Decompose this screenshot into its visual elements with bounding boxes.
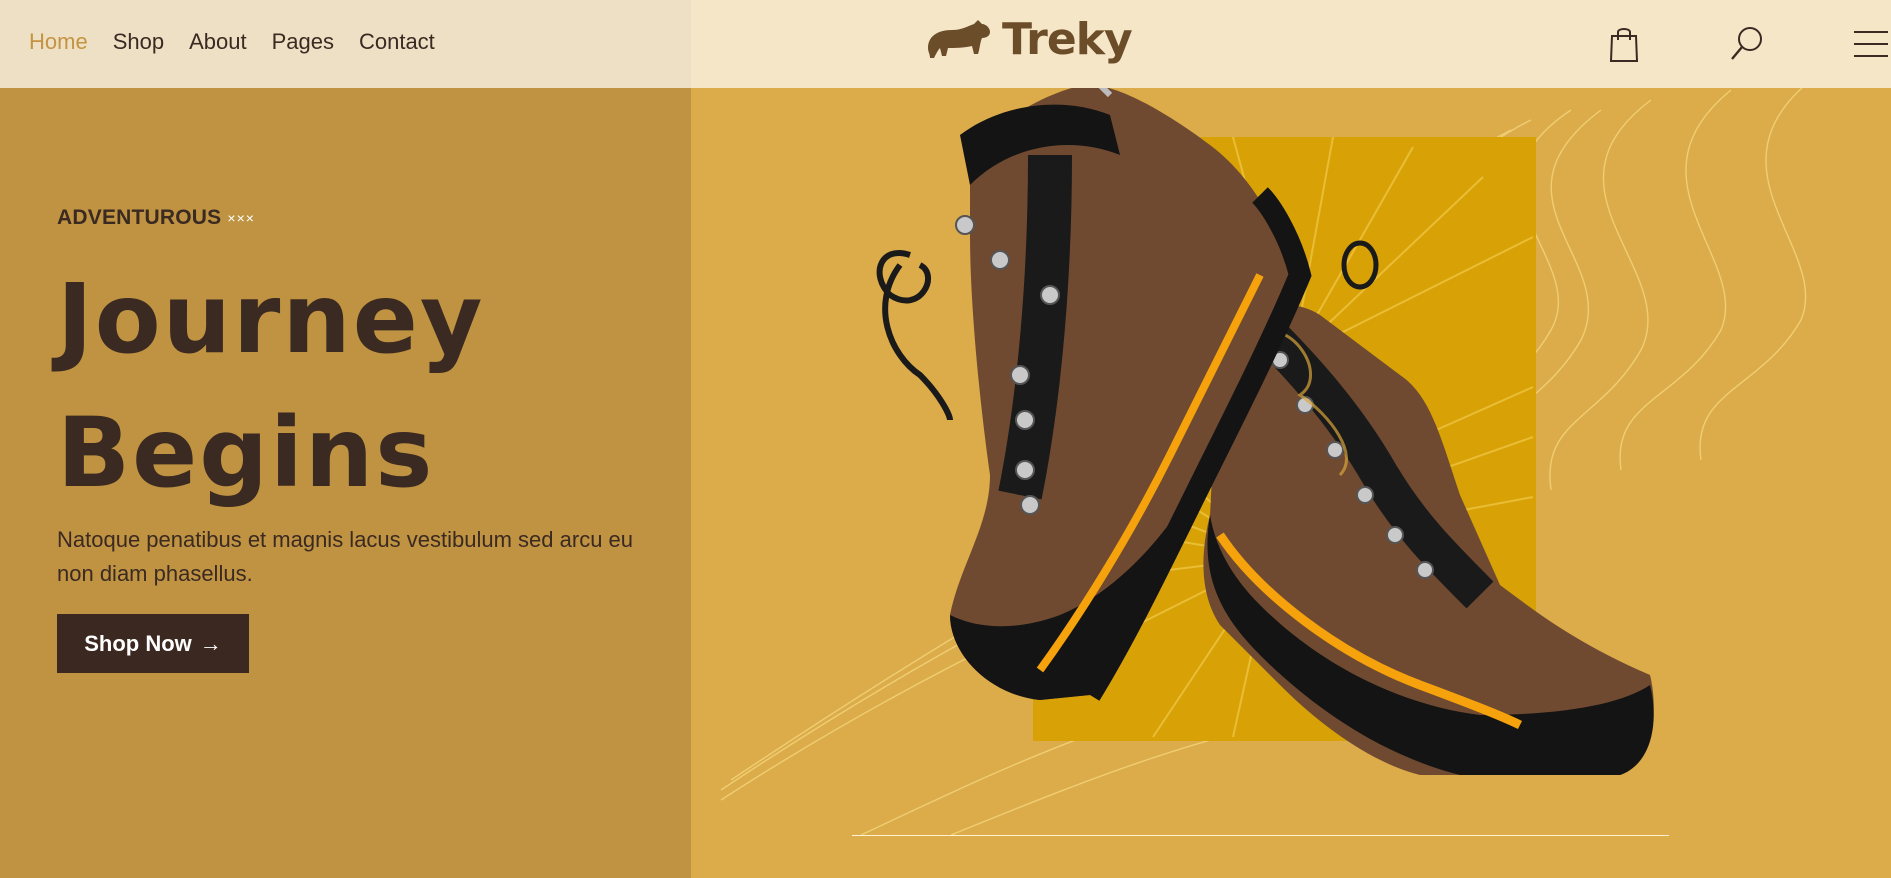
brand-logo[interactable]: Treky: [924, 14, 1133, 65]
header: Home Shop About Pages Contact Treky: [0, 0, 1891, 88]
hiking-boots-image: [876, 77, 1654, 775]
nav-item-about[interactable]: About: [189, 29, 247, 55]
eyebrow-mark: ×××: [227, 210, 255, 226]
header-right-bg: [691, 0, 1891, 88]
hero-eyebrow: ADVENTUROUS ×××: [57, 206, 255, 230]
arrow-right-icon: →: [199, 630, 222, 656]
nav-item-home[interactable]: Home: [29, 29, 88, 55]
hero-headline: Journey Begins: [57, 252, 484, 520]
headline-line-2: Begins: [57, 397, 435, 509]
nav-item-contact[interactable]: Contact: [359, 29, 435, 55]
hero-description: Natoque penatibus et magnis lacus vestib…: [57, 527, 634, 586]
shop-now-label: Shop Now: [84, 630, 192, 656]
brand-name: Treky: [1002, 14, 1133, 65]
nav-item-pages[interactable]: Pages: [272, 29, 334, 55]
headline-line-1: Journey: [57, 263, 485, 375]
shopping-bag-icon[interactable]: [1604, 24, 1644, 64]
decorative-line: [852, 835, 1669, 836]
shop-now-button[interactable]: Shop Now →: [57, 614, 249, 673]
search-icon[interactable]: [1727, 24, 1767, 64]
eyebrow-text: ADVENTUROUS: [57, 206, 222, 229]
bear-icon: [928, 19, 990, 58]
menu-icon[interactable]: [1850, 24, 1890, 64]
nav-item-shop[interactable]: Shop: [113, 29, 164, 55]
main-nav: Home Shop About Pages Contact: [29, 29, 435, 55]
